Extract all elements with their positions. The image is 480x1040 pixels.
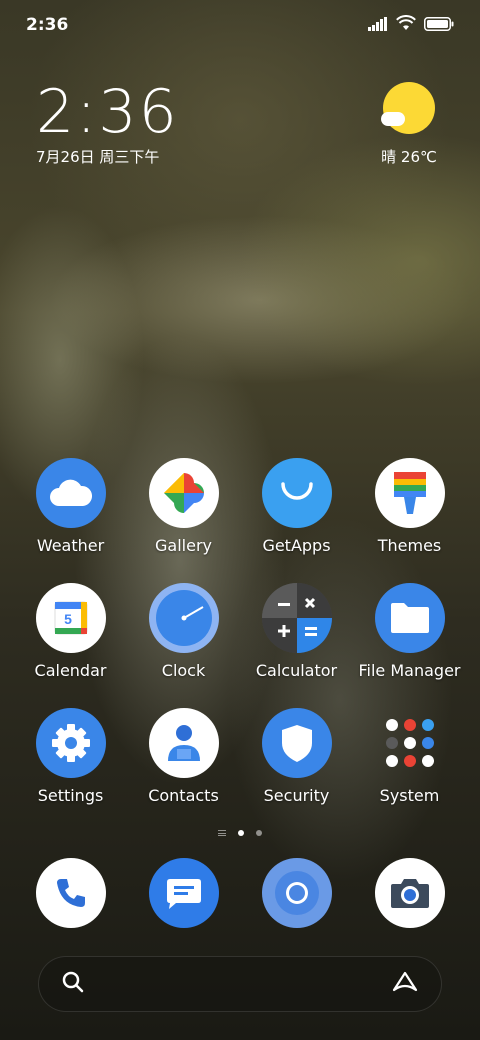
- clock-widget[interactable]: 2:36 7月26日 周三下午: [36, 80, 179, 167]
- folder-icon: [374, 583, 445, 653]
- app-label: Contacts: [148, 786, 219, 805]
- app-drawer-indicator-icon: [218, 830, 226, 836]
- widget-time: 2:36: [36, 77, 179, 147]
- app-label: File Manager: [358, 661, 461, 680]
- system-folder-icon: [375, 708, 445, 778]
- app-label: Themes: [377, 536, 442, 555]
- app-label: Calculator: [255, 661, 338, 680]
- app-grid: Weather Gallery GetApps Themes 5 Calenda…: [14, 458, 466, 833]
- status-time: 2:36: [26, 15, 69, 35]
- app-label: Clock: [161, 661, 206, 680]
- app-row: Settings Contacts Security System: [14, 708, 466, 833]
- app-themes[interactable]: Themes: [353, 458, 466, 583]
- app-weather[interactable]: Weather: [14, 458, 127, 583]
- sunny-partly-cloudy-icon: [381, 82, 435, 134]
- calendar-day: 5: [64, 611, 72, 627]
- calculator-icon: [261, 583, 332, 653]
- app-clock[interactable]: Clock: [127, 583, 240, 708]
- status-bar: 2:36: [0, 0, 480, 50]
- contacts-icon: [148, 708, 219, 778]
- dock-browser[interactable]: [240, 858, 353, 928]
- search-icon[interactable]: [61, 970, 85, 998]
- messages-icon: [148, 858, 219, 928]
- clock-icon: [148, 583, 219, 653]
- widget-date: 7月26日 周三下午: [36, 148, 160, 166]
- gallery-icon: [148, 458, 219, 528]
- assistant-icon[interactable]: [391, 970, 419, 998]
- dock: [14, 858, 466, 928]
- calendar-icon: 5: [35, 583, 106, 653]
- getapps-icon: [261, 458, 332, 528]
- app-label: Weather: [36, 536, 105, 555]
- app-calculator[interactable]: Calculator: [240, 583, 353, 708]
- page-dot-active: [238, 830, 244, 836]
- phone-icon: [35, 858, 106, 928]
- app-label: Security: [263, 786, 330, 805]
- battery-icon: [424, 16, 454, 35]
- app-label: Settings: [37, 786, 104, 805]
- app-file-manager[interactable]: File Manager: [353, 583, 466, 708]
- app-getapps[interactable]: GetApps: [240, 458, 353, 583]
- app-label: Calendar: [34, 661, 107, 680]
- security-icon: [261, 708, 332, 778]
- status-icons: [368, 15, 454, 35]
- dock-camera[interactable]: [353, 858, 466, 928]
- page-dot: [256, 830, 262, 836]
- weather-summary: 晴 26℃: [381, 148, 437, 166]
- app-calendar[interactable]: 5 Calendar: [14, 583, 127, 708]
- wifi-icon: [396, 15, 416, 35]
- dock-messages[interactable]: [127, 858, 240, 928]
- settings-icon: [35, 708, 106, 778]
- app-settings[interactable]: Settings: [14, 708, 127, 833]
- app-row: 5 Calendar Clock Calculator File Manager: [14, 583, 466, 708]
- browser-icon: [261, 858, 332, 928]
- app-row: Weather Gallery GetApps Themes: [14, 458, 466, 583]
- weather-icon: [35, 458, 106, 528]
- search-bar[interactable]: [38, 956, 442, 1012]
- app-security[interactable]: Security: [240, 708, 353, 833]
- camera-icon: [374, 858, 445, 928]
- app-gallery[interactable]: Gallery: [127, 458, 240, 583]
- themes-icon: [374, 458, 445, 528]
- app-label: GetApps: [262, 536, 331, 555]
- signal-icon: [368, 16, 388, 35]
- app-system-folder[interactable]: System: [353, 708, 466, 833]
- app-label: Gallery: [155, 536, 212, 555]
- dock-phone[interactable]: [14, 858, 127, 928]
- app-label: System: [379, 786, 440, 805]
- app-contacts[interactable]: Contacts: [127, 708, 240, 833]
- page-indicator[interactable]: [0, 830, 480, 836]
- weather-widget[interactable]: 晴 26℃: [374, 82, 444, 167]
